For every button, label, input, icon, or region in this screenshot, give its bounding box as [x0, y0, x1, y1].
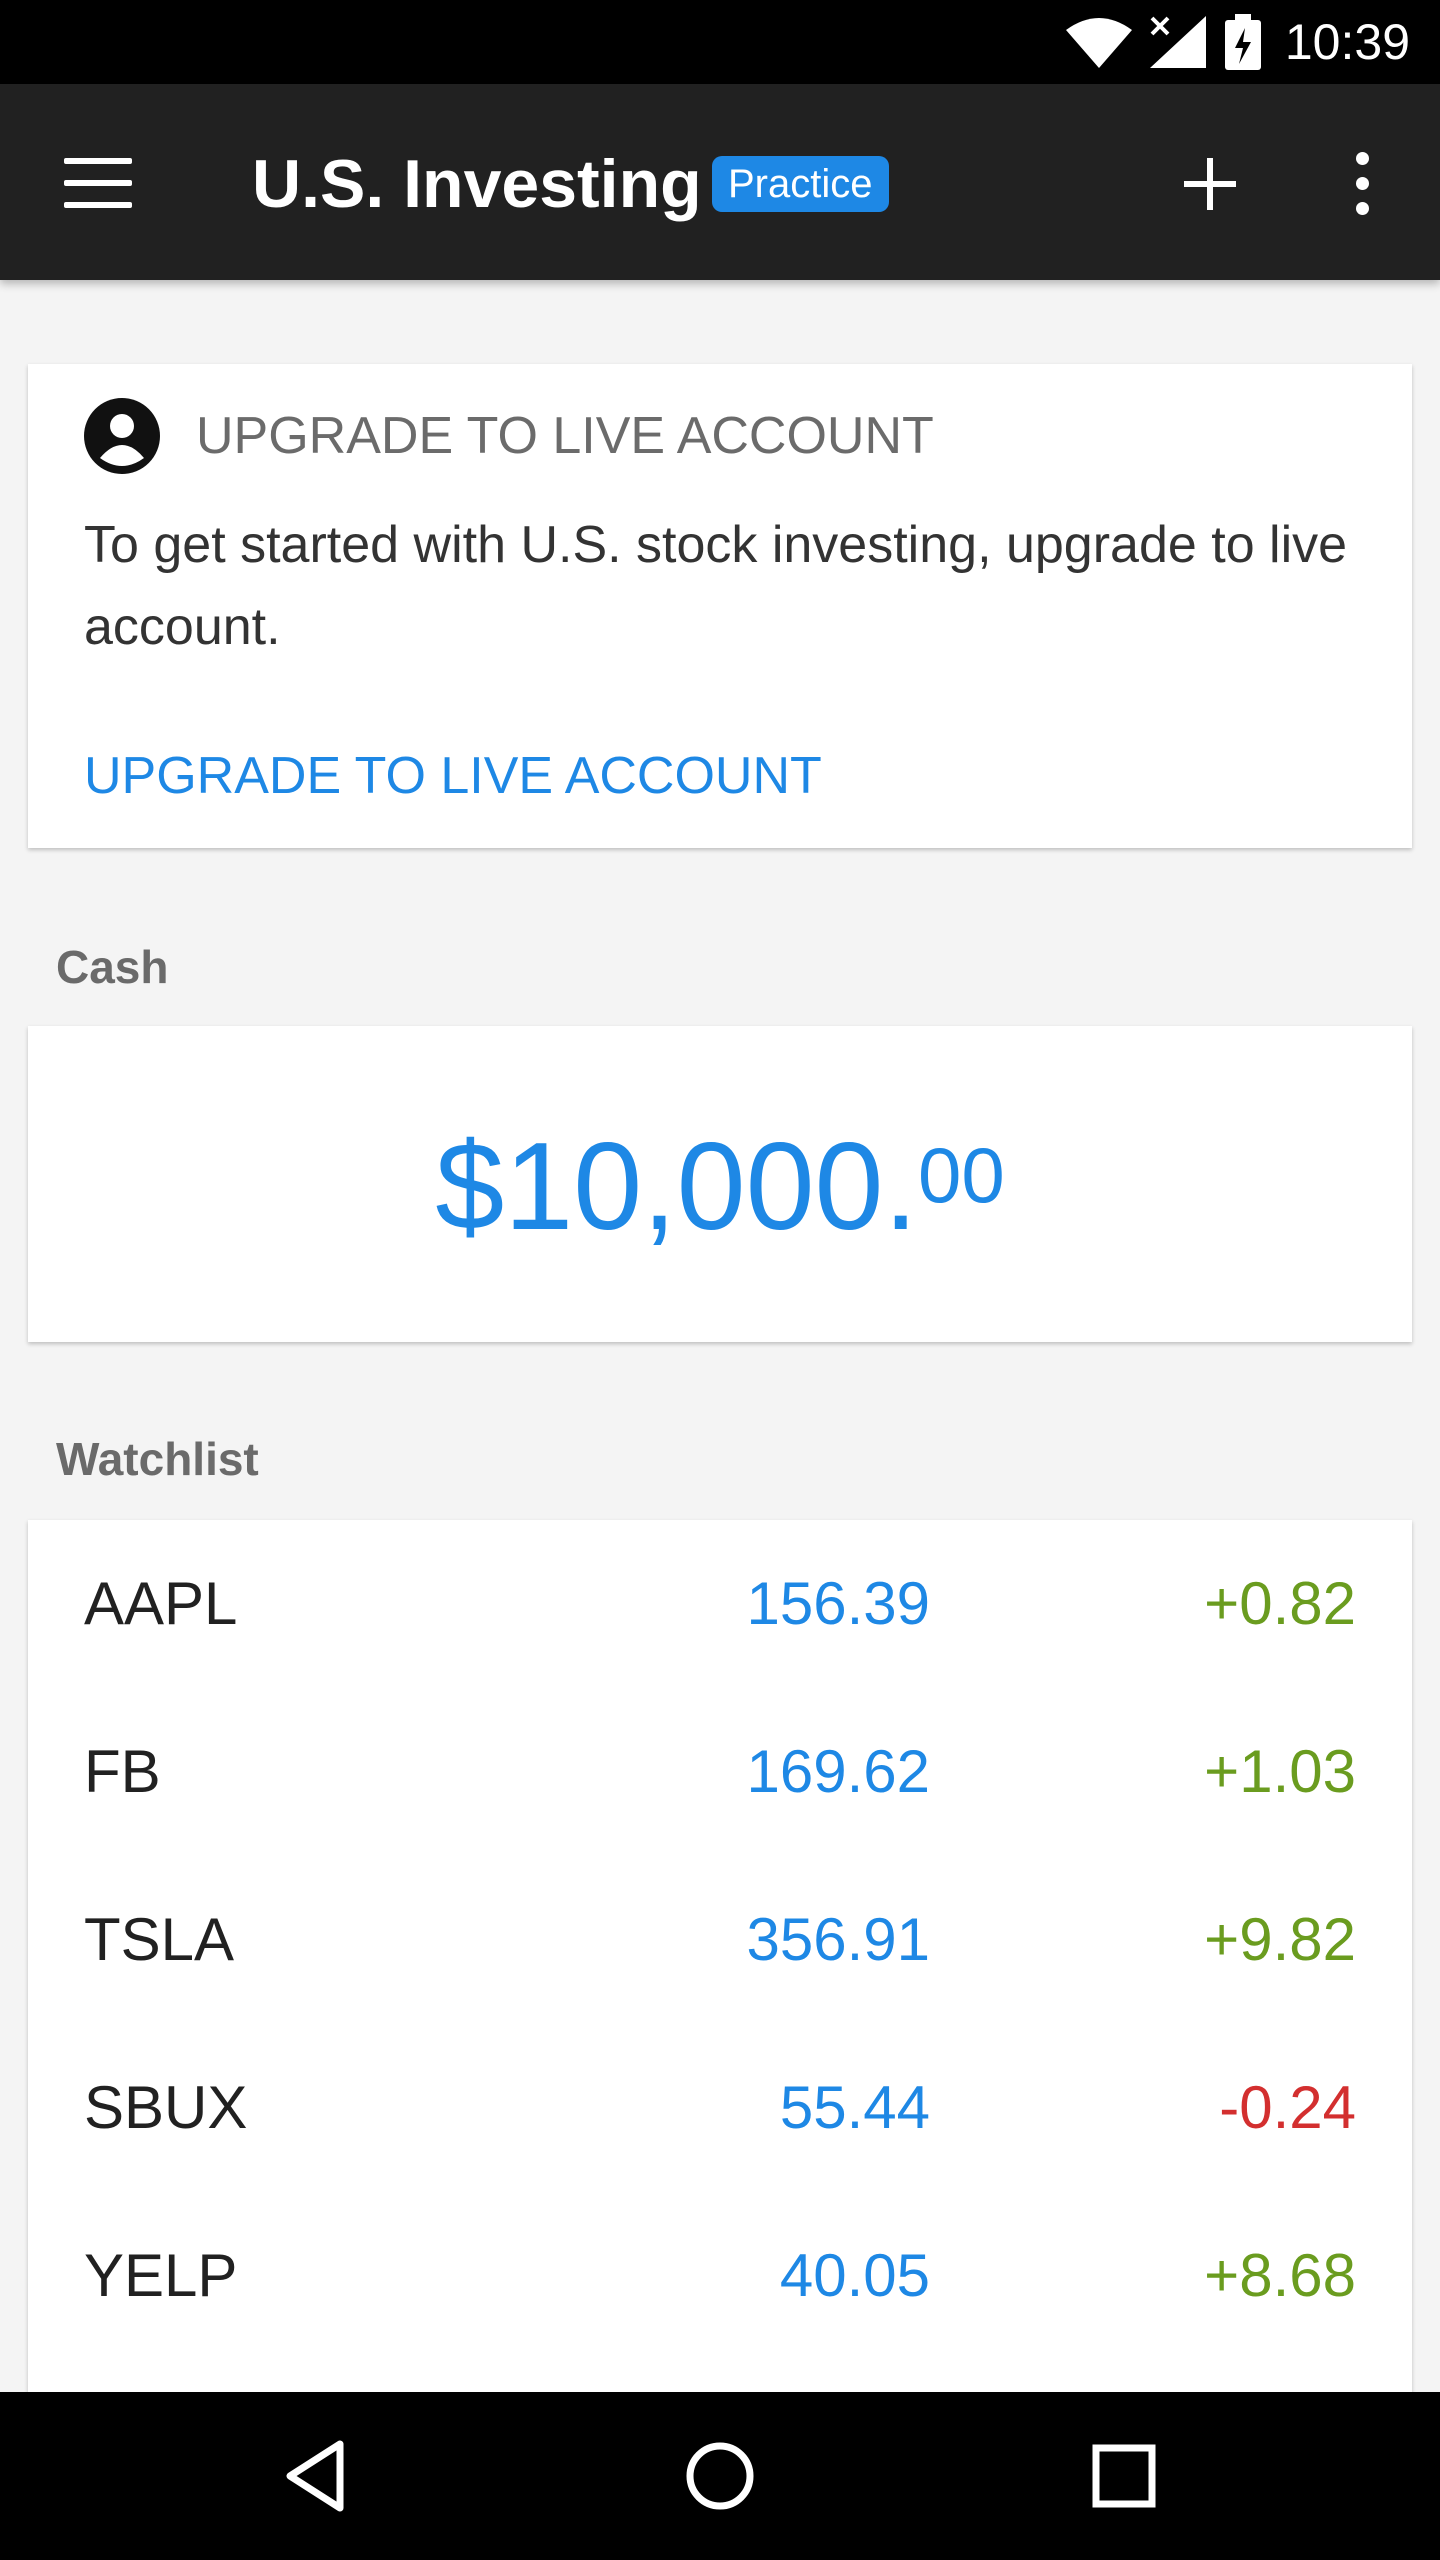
ticker-symbol: FB [84, 1738, 161, 1805]
upgrade-card: UPGRADE TO LIVE ACCOUNT To get started w… [28, 364, 1412, 848]
watchlist-row[interactable]: AAPL 156.39 +0.82 [28, 1520, 1412, 1688]
stock-price: 55.44 [779, 2074, 930, 2141]
upgrade-to-live-account-button[interactable]: UPGRADE TO LIVE ACCOUNT [84, 744, 822, 808]
stock-price: 169.62 [746, 1738, 930, 1805]
price-change: +1.03 [1204, 1738, 1356, 1805]
cash-balance: $10,000.00 [28, 1116, 1412, 1258]
account-circle-icon [84, 398, 160, 474]
more-options-icon[interactable] [1348, 152, 1378, 216]
status-bar: 10:39 [0, 0, 1440, 84]
watchlist-card: AAPL 156.39 +0.82 FB 169.62 +1.03 TSLA 3… [28, 1520, 1412, 2400]
practice-badge: Practice [712, 156, 889, 212]
cash-amount: $10,000. [435, 1118, 918, 1256]
ticker-symbol: TSLA [84, 1906, 235, 1973]
price-change: -0.24 [1219, 2074, 1356, 2141]
stock-price: 156.39 [746, 1570, 930, 1637]
ticker-symbol: SBUX [84, 2074, 248, 2141]
app-bar: U.S. Investing Practice [0, 84, 1440, 280]
upgrade-card-title: UPGRADE TO LIVE ACCOUNT [196, 407, 934, 465]
wifi-icon [1066, 18, 1132, 68]
cash-section-label: Cash [56, 941, 169, 993]
page-title: U.S. Investing [252, 146, 702, 222]
menu-icon[interactable] [64, 158, 132, 208]
battery-charging-icon [1225, 14, 1261, 70]
price-change: +9.82 [1204, 1906, 1356, 1973]
system-navigation-bar [0, 2392, 1440, 2560]
cash-card: $10,000.00 [28, 1026, 1412, 1342]
price-change: +0.82 [1204, 1570, 1356, 1637]
watchlist-row[interactable]: FB 169.62 +1.03 [28, 1688, 1412, 1856]
stock-price: 40.05 [779, 2242, 930, 2309]
cash-cents: 00 [917, 1131, 1005, 1219]
status-time: 10:39 [1284, 14, 1410, 70]
watchlist-section-label: Watchlist [56, 1433, 259, 1485]
watchlist-row[interactable]: SBUX 55.44 -0.24 [28, 2024, 1412, 2192]
back-icon[interactable] [276, 2436, 356, 2516]
home-icon[interactable] [680, 2436, 760, 2516]
ticker-symbol: YELP [84, 2242, 238, 2309]
stock-price: 356.91 [746, 1906, 930, 1973]
upgrade-card-body: To get started with U.S. stock investing… [84, 516, 1348, 656]
price-change: +8.68 [1204, 2242, 1356, 2309]
watchlist-row[interactable]: TSLA 356.91 +9.82 [28, 1856, 1412, 2024]
recent-apps-icon[interactable] [1084, 2436, 1164, 2516]
watchlist-row[interactable]: YELP 40.05 +8.68 [28, 2192, 1412, 2360]
ticker-symbol: AAPL [84, 1570, 238, 1637]
add-icon[interactable] [1184, 158, 1236, 210]
signal-no-service-icon [1150, 16, 1206, 68]
